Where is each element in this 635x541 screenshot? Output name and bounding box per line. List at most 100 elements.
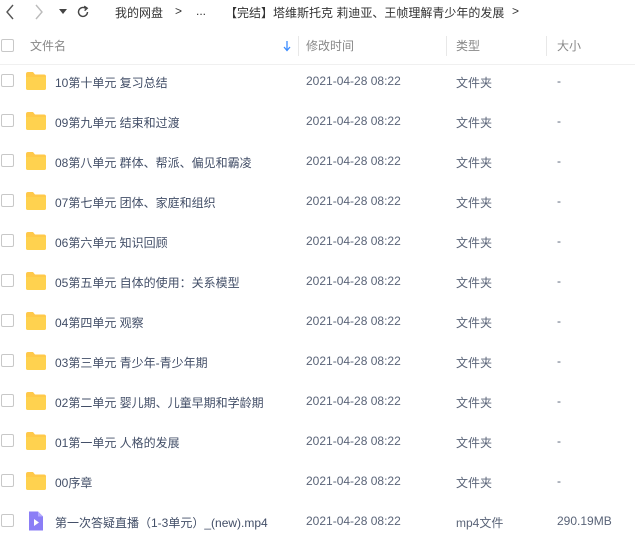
sort-indicator[interactable] — [283, 27, 291, 65]
file-size: - — [557, 74, 561, 88]
column-size-header[interactable]: 大小 — [557, 27, 581, 65]
file-type: 文件夹 — [456, 76, 493, 90]
file-name[interactable]: 09第九单元 结束和过渡 — [55, 114, 180, 131]
file-name[interactable]: 第一次答疑直播（1-3单元）_(new).mp4 — [55, 514, 268, 531]
file-name[interactable]: 10第十单元 复习总结 — [55, 74, 168, 91]
breadcrumb-root[interactable]: 我的网盘 — [115, 4, 163, 21]
file-name[interactable]: 01第一单元 人格的发展 — [55, 434, 180, 451]
file-row[interactable]: 00序章 2021-04-28 08:22 文件夹 - — [0, 461, 635, 501]
file-name[interactable]: 08第八单元 群体、帮派、偏见和霸凌 — [55, 154, 252, 171]
breadcrumb-separator: > — [512, 4, 520, 18]
file-name[interactable]: 04第四单元 观察 — [55, 314, 144, 331]
file-modified-date: 2021-04-28 08:22 — [306, 154, 401, 168]
column-divider[interactable] — [546, 36, 547, 56]
breadcrumb-ellipsis[interactable]: ... — [196, 4, 206, 18]
file-size: 290.19MB — [557, 514, 612, 528]
row-checkbox[interactable] — [1, 354, 14, 367]
row-checkbox[interactable] — [1, 154, 14, 167]
file-modified-date: 2021-04-28 08:22 — [306, 234, 401, 248]
file-size: - — [557, 274, 561, 288]
file-modified-date: 2021-04-28 08:22 — [306, 434, 401, 448]
navigation-bar: 我的网盘 > ... 【完结】塔维斯托克 莉迪亚、王帧理解青少年的发展 > — [0, 0, 635, 24]
file-list: 10第十单元 复习总结 2021-04-28 08:22 文件夹 - 09第九单… — [0, 61, 635, 541]
row-checkbox[interactable] — [1, 434, 14, 447]
file-modified-date: 2021-04-28 08:22 — [306, 274, 401, 288]
file-row[interactable]: 第一次答疑直播（1-3单元）_(new).mp4 2021-04-28 08:2… — [0, 501, 635, 541]
folder-icon — [26, 112, 46, 130]
row-checkbox[interactable] — [1, 514, 14, 527]
folder-icon — [26, 72, 46, 90]
file-type: 文件夹 — [456, 396, 493, 410]
column-name-header[interactable]: 文件名 — [30, 27, 66, 65]
file-row[interactable]: 05第五单元 自体的使用：关系模型 2021-04-28 08:22 文件夹 - — [0, 261, 635, 301]
file-type: 文件夹 — [456, 316, 493, 330]
breadcrumb-separator: > — [175, 4, 183, 18]
row-checkbox[interactable] — [1, 234, 14, 247]
file-size: - — [557, 394, 561, 408]
file-row[interactable]: 10第十单元 复习总结 2021-04-28 08:22 文件夹 - — [0, 61, 635, 101]
back-button[interactable] — [3, 2, 17, 22]
row-checkbox[interactable] — [1, 394, 14, 407]
file-row[interactable]: 06第六单元 知识回顾 2021-04-28 08:22 文件夹 - — [0, 221, 635, 261]
forward-button[interactable] — [32, 2, 46, 22]
folder-icon — [26, 352, 46, 370]
file-size: - — [557, 234, 561, 248]
history-dropdown-button[interactable] — [57, 2, 69, 22]
row-checkbox[interactable] — [1, 474, 14, 487]
file-modified-date: 2021-04-28 08:22 — [306, 474, 401, 488]
file-size: - — [557, 154, 561, 168]
refresh-button[interactable] — [74, 2, 92, 22]
row-checkbox[interactable] — [1, 314, 14, 327]
file-modified-date: 2021-04-28 08:22 — [306, 394, 401, 408]
file-modified-date: 2021-04-28 08:22 — [306, 514, 401, 528]
file-name[interactable]: 03第三单元 青少年-青少年期 — [55, 354, 208, 371]
column-divider[interactable] — [446, 36, 447, 56]
file-modified-date: 2021-04-28 08:22 — [306, 194, 401, 208]
file-modified-date: 2021-04-28 08:22 — [306, 74, 401, 88]
folder-icon — [26, 232, 46, 250]
sort-arrow-down-icon — [283, 41, 291, 52]
column-divider[interactable] — [298, 36, 299, 56]
file-type: 文件夹 — [456, 116, 493, 130]
file-row[interactable]: 01第一单元 人格的发展 2021-04-28 08:22 文件夹 - — [0, 421, 635, 461]
column-type-header[interactable]: 类型 — [456, 27, 480, 65]
file-name[interactable]: 07第七单元 团体、家庭和组织 — [55, 194, 216, 211]
folder-icon — [26, 192, 46, 210]
file-modified-date: 2021-04-28 08:22 — [306, 114, 401, 128]
folder-icon — [26, 312, 46, 330]
file-list-header: 文件名 修改时间 类型 大小 — [0, 27, 635, 65]
file-modified-date: 2021-04-28 08:22 — [306, 314, 401, 328]
file-type: 文件夹 — [456, 476, 493, 490]
file-row[interactable]: 04第四单元 观察 2021-04-28 08:22 文件夹 - — [0, 301, 635, 341]
file-size: - — [557, 114, 561, 128]
file-name[interactable]: 05第五单元 自体的使用：关系模型 — [55, 274, 240, 291]
file-size: - — [557, 474, 561, 488]
file-row[interactable]: 03第三单元 青少年-青少年期 2021-04-28 08:22 文件夹 - — [0, 341, 635, 381]
file-type: 文件夹 — [456, 276, 493, 290]
breadcrumb-current[interactable]: 【完结】塔维斯托克 莉迪亚、王帧理解青少年的发展 — [225, 4, 504, 21]
chevron-left-icon — [6, 4, 14, 20]
select-all-checkbox[interactable] — [1, 39, 14, 52]
row-checkbox[interactable] — [1, 194, 14, 207]
folder-icon — [26, 272, 46, 290]
row-checkbox[interactable] — [1, 114, 14, 127]
row-checkbox[interactable] — [1, 74, 14, 87]
refresh-icon — [77, 5, 89, 18]
file-row[interactable]: 08第八单元 群体、帮派、偏见和霸凌 2021-04-28 08:22 文件夹 … — [0, 141, 635, 181]
column-modified-header[interactable]: 修改时间 — [306, 27, 354, 65]
folder-icon — [26, 472, 46, 490]
row-checkbox[interactable] — [1, 274, 14, 287]
folder-icon — [26, 152, 46, 170]
file-type: 文件夹 — [456, 436, 493, 450]
folder-icon — [26, 432, 46, 450]
file-modified-date: 2021-04-28 08:22 — [306, 354, 401, 368]
file-size: - — [557, 354, 561, 368]
file-row[interactable]: 09第九单元 结束和过渡 2021-04-28 08:22 文件夹 - — [0, 101, 635, 141]
file-type: 文件夹 — [456, 196, 493, 210]
file-name[interactable]: 02第二单元 婴儿期、儿童早期和学龄期 — [55, 394, 264, 411]
file-row[interactable]: 02第二单元 婴儿期、儿童早期和学龄期 2021-04-28 08:22 文件夹… — [0, 381, 635, 421]
file-name[interactable]: 00序章 — [55, 474, 92, 491]
caret-down-icon — [59, 9, 67, 14]
file-name[interactable]: 06第六单元 知识回顾 — [55, 234, 168, 251]
file-row[interactable]: 07第七单元 团体、家庭和组织 2021-04-28 08:22 文件夹 - — [0, 181, 635, 221]
